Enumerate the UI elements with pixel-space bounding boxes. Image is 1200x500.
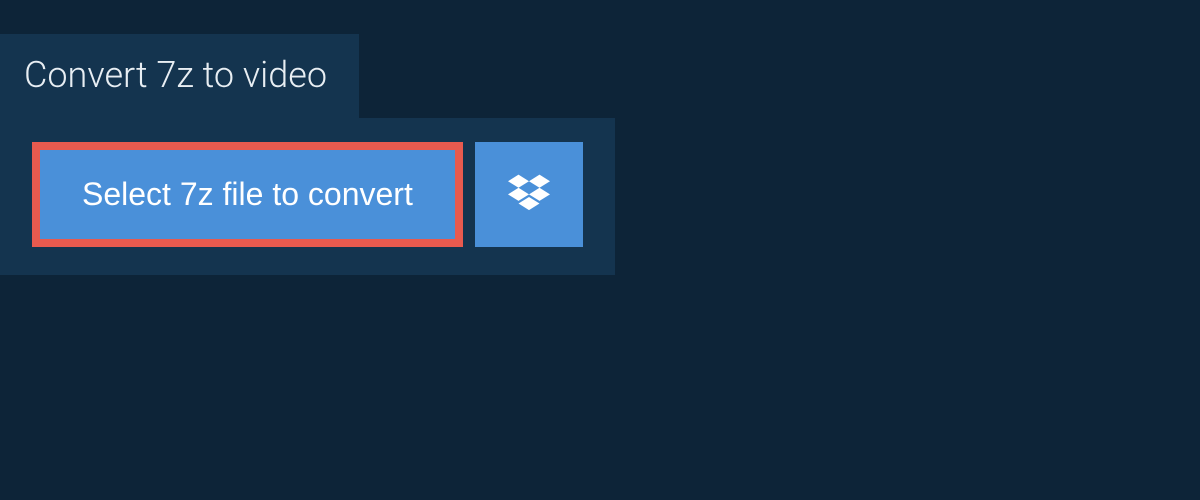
page-title-tab: Convert 7z to video xyxy=(0,34,359,118)
dropbox-button[interactable] xyxy=(475,142,583,247)
upload-panel: Select 7z file to convert xyxy=(0,118,615,275)
dropbox-icon xyxy=(508,172,550,217)
select-button-highlight: Select 7z file to convert xyxy=(32,142,463,247)
select-file-label: Select 7z file to convert xyxy=(82,176,413,213)
select-file-button[interactable]: Select 7z file to convert xyxy=(40,150,455,239)
page-title: Convert 7z to video xyxy=(24,54,327,96)
